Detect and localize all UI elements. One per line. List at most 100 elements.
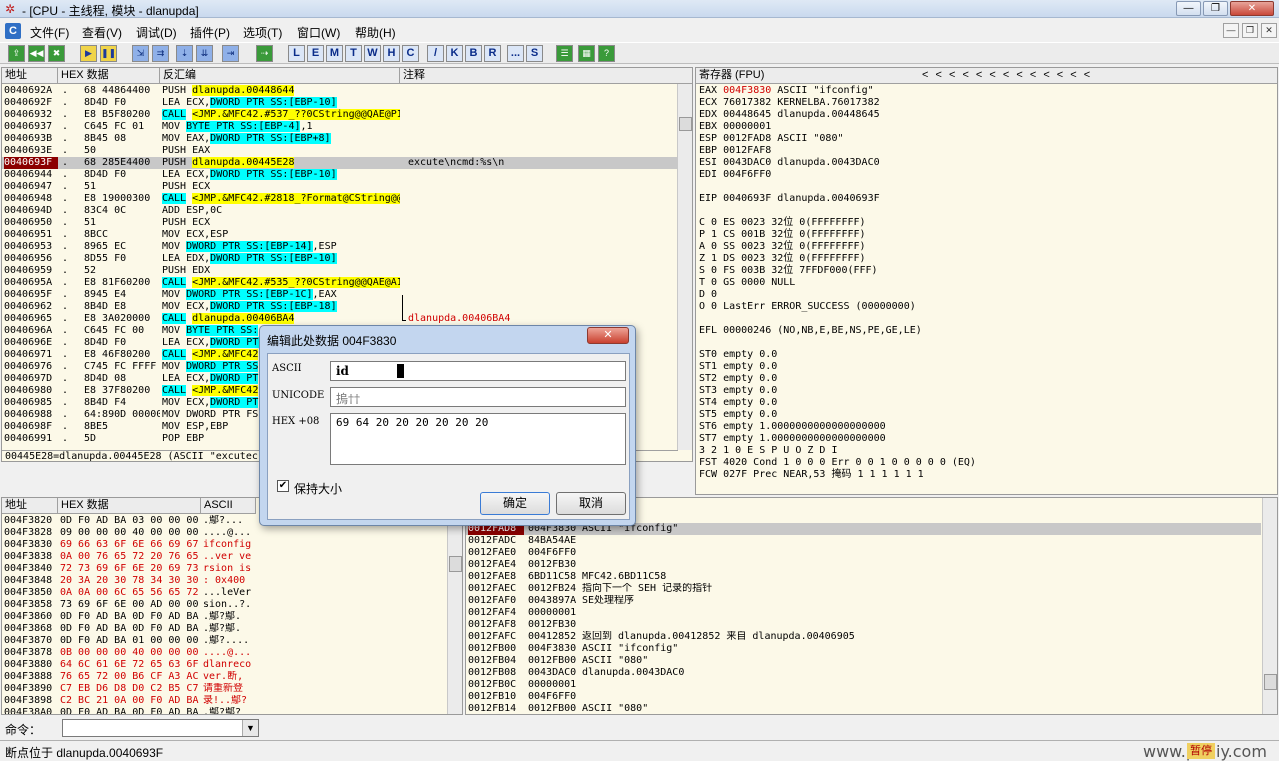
stack-row[interactable]: 0012FAF8 0012FB30 (466, 619, 1261, 631)
ascii-field[interactable]: id (330, 361, 626, 381)
register-line[interactable]: ST4 empty 0.0 (699, 397, 777, 409)
register-line[interactable]: ST6 empty 1.0000000000000000000 (699, 421, 886, 433)
log-window-button[interactable]: L (288, 45, 305, 62)
dump-row[interactable]: 004F3828 09 00 00 00 40 00 00 00 ....@... (2, 527, 446, 539)
command-input[interactable]: ▼ (62, 719, 259, 737)
close-button[interactable]: ✕ (1230, 1, 1274, 16)
dump-row[interactable]: 004F3898 C2 BC 21 0A 00 F0 AD BA 录!..鄢? (2, 695, 446, 707)
run-trace-button[interactable]: ... (507, 45, 524, 62)
register-line[interactable]: ECX 76017382 KERNELBA.76017382 (699, 97, 880, 109)
register-line[interactable]: ESP 0012FAD8 ASCII "080" (699, 133, 844, 145)
menu-plugins[interactable]: 插件(P) (190, 24, 230, 41)
disasm-row[interactable]: 00406953. 8965 EC MOV DWORD PTR SS:[EBP-14… (2, 241, 677, 253)
register-line[interactable]: A 0 SS 0023 32位 0(FFFFFFFF) (699, 241, 866, 253)
menu-window[interactable]: 窗口(W) (297, 24, 340, 41)
open-icon[interactable]: ⇪ (8, 45, 25, 62)
goto-icon[interactable]: ⇢ (256, 45, 273, 62)
list-icon[interactable]: ☰ (556, 45, 573, 62)
dump-row[interactable]: 004F38A0 0D F0 AD BA 0D F0 AD BA .鄢?鄢? (2, 707, 446, 714)
col-header-disasm[interactable]: 反汇编 (160, 68, 400, 84)
register-line[interactable]: EBX 00000001 (699, 121, 771, 133)
register-line[interactable]: ST5 empty 0.0 (699, 409, 777, 421)
registers-pane[interactable]: 寄存器 (FPU) < < < < < < < < < < < < < EAX … (695, 67, 1278, 495)
disasm-row[interactable]: 0040693B. 8B45 08 MOV EAX,DWORD PTR SS:[EB… (2, 133, 677, 145)
dump-row[interactable]: 004F3868 0D F0 AD BA 0D F0 AD BA .鄢?鄢. (2, 623, 446, 635)
dump-row[interactable]: 004F3870 0D F0 AD BA 01 00 00 00 .鄢?.... (2, 635, 446, 647)
disasm-scrollbar[interactable] (677, 84, 692, 450)
register-line[interactable]: ST7 empty 1.0000000000000000000 (699, 433, 886, 445)
mdi-restore-button[interactable]: ❐ (1242, 23, 1258, 38)
disasm-row[interactable]: 00406965. E8 3A020000 CALL dlanupda.00406B… (2, 313, 677, 325)
register-line[interactable]: 3 2 1 0 E S P U O Z D I (699, 445, 837, 457)
register-line[interactable]: ST3 empty 0.0 (699, 385, 777, 397)
register-line[interactable]: C 0 ES 0023 32位 0(FFFFFFFF) (699, 217, 866, 229)
register-line[interactable]: Z 1 DS 0023 32位 0(FFFFFFFF) (699, 253, 866, 265)
disasm-row[interactable]: 00406944. 8D4D F0 LEA ECX,DWORD PTR SS:[EB… (2, 169, 677, 181)
disasm-row[interactable]: 0040695A. E8 81F60200 CALL <JMP.&MFC42.#53… (2, 277, 677, 289)
stack-row[interactable]: 0012FB04 0012FB00 ASCII "080" (466, 655, 1261, 667)
executable-modules-button[interactable]: E (307, 45, 324, 62)
stack-row[interactable]: 0012FB14 0012FB00 ASCII "080" (466, 703, 1261, 714)
col-header-comment[interactable]: 注释 (400, 68, 692, 84)
ok-button[interactable]: 确定 (480, 492, 550, 515)
disasm-row[interactable]: 0040694D. 83C4 0C ADD ESP,0C (2, 205, 677, 217)
register-line[interactable]: EBP 0012FAF8 (699, 145, 771, 157)
register-line[interactable]: EDX 00448645 dlanupda.00448645 (699, 109, 880, 121)
register-line[interactable]: ESI 0043DAC0 dlanupda.0043DAC0 (699, 157, 880, 169)
dump-scroll-thumb[interactable] (449, 556, 462, 572)
register-line[interactable]: P 1 CS 001B 32位 0(FFFFFFFF) (699, 229, 866, 241)
restore-button[interactable]: ❐ (1203, 1, 1228, 16)
register-line[interactable]: ST0 empty 0.0 (699, 349, 777, 361)
memory-map-button[interactable]: M (326, 45, 343, 62)
step-over-icon[interactable]: ⇉ (152, 45, 169, 62)
col-header-address[interactable]: 地址 (2, 68, 58, 84)
stack-scrollbar[interactable] (1262, 498, 1277, 714)
dialog-close-button[interactable]: ✕ (587, 327, 629, 344)
mdi-minimize-button[interactable]: — (1223, 23, 1239, 38)
register-line[interactable]: ST1 empty 0.0 (699, 361, 777, 373)
handles-button[interactable]: H (383, 45, 400, 62)
unicode-field[interactable]: 摀†† (330, 387, 626, 407)
references-button[interactable]: R (484, 45, 501, 62)
registers-scroll-arrows[interactable]: < < < < < < < < < < < < < (922, 68, 1092, 83)
chevron-down-icon[interactable]: ▼ (242, 720, 258, 736)
dump-row[interactable]: 004F3838 0A 00 76 65 72 20 76 65 ..ver ve (2, 551, 446, 563)
trace-into-icon[interactable]: ⇣ (176, 45, 193, 62)
stack-row[interactable]: 0012FB10 004F6FF0 (466, 691, 1261, 703)
threads-button[interactable]: T (345, 45, 362, 62)
breakpoints-button[interactable]: B (465, 45, 482, 62)
col-header-hex[interactable]: HEX 数据 (58, 68, 160, 84)
dump-row[interactable]: 004F3830 69 66 63 6F 6E 66 69 67 ifconfig (2, 539, 446, 551)
registers-header[interactable]: 寄存器 (FPU) < < < < < < < < < < < < < (696, 68, 1277, 84)
options-grid-icon[interactable]: ▦ (578, 45, 595, 62)
disasm-row[interactable]: 00406956. 8D55 F0 LEA EDX,DWORD PTR SS:[EB… (2, 253, 677, 265)
stack-row[interactable]: 0012FAFC 00412852 返回到 dlanupda.00412852 来自… (466, 631, 1261, 643)
disasm-row[interactable]: 0040693F. 68 285E4400 PUSH dlanupda.00445E… (2, 157, 677, 169)
mdi-close-button[interactable]: ✕ (1261, 23, 1277, 38)
dump-row[interactable]: 004F3888 76 65 72 00 B6 CF A3 AC ver.断, (2, 671, 446, 683)
help-icon[interactable]: ? (598, 45, 615, 62)
stack-row[interactable]: 0012FAF4 00000001 (466, 607, 1261, 619)
stack-row[interactable]: 0012FADC 84BA54AE (466, 535, 1261, 547)
dump-row[interactable]: 004F3880 64 6C 61 6E 72 65 63 6F dlanreco (2, 659, 446, 671)
dump-header-ascii[interactable]: ASCII (201, 498, 256, 514)
patches-button[interactable]: / (427, 45, 444, 62)
menu-help[interactable]: 帮助(H) (355, 24, 396, 41)
disasm-row[interactable]: 0040692F. 8D4D F0 LEA ECX,DWORD PTR SS:[EB… (2, 97, 677, 109)
menu-file[interactable]: 文件(F) (30, 24, 69, 41)
cancel-button[interactable]: 取消 (556, 492, 626, 515)
menu-view[interactable]: 查看(V) (82, 24, 122, 41)
disasm-row[interactable]: 0040695F. 8945 E4 MOV DWORD PTR SS:[EBP-1C… (2, 289, 677, 301)
register-line[interactable]: EFL 00000246 (NO,NB,E,BE,NS,PE,GE,LE) (699, 325, 922, 337)
register-line[interactable]: D 0 (699, 289, 717, 301)
call-stack-button[interactable]: K (446, 45, 463, 62)
register-line[interactable]: T 0 GS 0000 NULL (699, 277, 795, 289)
stack-row[interactable]: 0012FB08 0043DAC0 dlanupda.0043DAC0 (466, 667, 1261, 679)
register-line[interactable]: EAX 004F3830 ASCII "ifconfig" (699, 85, 874, 97)
register-line[interactable]: O 0 LastErr ERROR_SUCCESS (00000000) (699, 301, 916, 313)
stack-row[interactable]: 0012FAE8 6BD11C58 MFC42.6BD11C58 (466, 571, 1261, 583)
disasm-row[interactable]: 00406937. C645 FC 01 MOV BYTE PTR SS:[EBP-… (2, 121, 677, 133)
menu-debug[interactable]: 调试(D) (136, 24, 177, 41)
trace-over-icon[interactable]: ⇊ (196, 45, 213, 62)
disasm-row[interactable]: 00406950. 51 PUSH ECX (2, 217, 677, 229)
